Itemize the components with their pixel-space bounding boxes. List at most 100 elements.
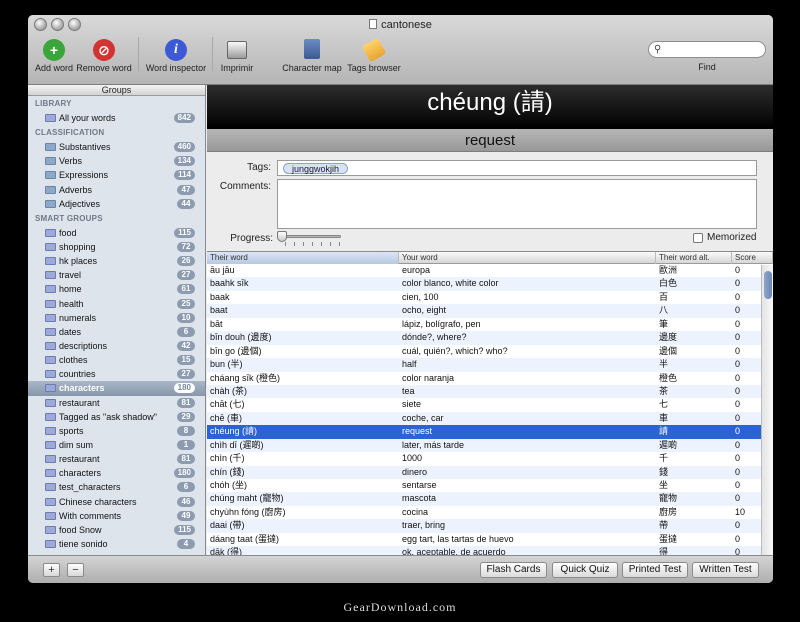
find-label: Find xyxy=(698,62,716,72)
table-row[interactable]: chàh (茶) tea 茶 0 xyxy=(207,384,773,399)
smart-group-item[interactable]: Chinese characters 46 xyxy=(28,495,205,509)
watermark-caption: GearDownload.com xyxy=(343,600,457,614)
written-test-button[interactable]: Written Test xyxy=(692,562,759,578)
table-row[interactable]: baat ocho, eight 八 0 xyxy=(207,304,773,318)
smart-group-item[interactable]: food Snow 115 xyxy=(28,523,205,537)
smart-group-item[interactable]: sports 8 xyxy=(28,424,205,438)
smart-group-item[interactable]: characters 180 xyxy=(28,381,205,396)
smart-group-item[interactable]: countries 27 xyxy=(28,367,205,381)
folder-icon xyxy=(45,199,56,208)
printed-test-button[interactable]: Printed Test xyxy=(622,562,688,578)
smart-group-item[interactable]: food 115 xyxy=(28,226,205,240)
smart-group-item[interactable]: descriptions 42 xyxy=(28,339,205,353)
table-row[interactable]: chéung (請) request 請 0 xyxy=(207,425,773,439)
progress-slider-track[interactable] xyxy=(279,235,341,238)
column-your-word[interactable]: Your word xyxy=(399,252,656,264)
quick-quiz-button[interactable]: Quick Quiz xyxy=(552,562,618,578)
table-row[interactable]: bāt lápiz, bolígrafo, pen 筆 0 xyxy=(207,318,773,331)
tags-field[interactable]: junggwokjih xyxy=(277,160,757,176)
print-button[interactable]: Imprimir xyxy=(218,39,256,73)
progress-slider-knob[interactable] xyxy=(277,231,287,242)
flash-cards-button[interactable]: Flash Cards xyxy=(480,562,547,578)
table-row[interactable]: āu jāu europa 歐洲 0 xyxy=(207,264,773,277)
smart-group-item[interactable]: Tagged as "ask shadow" 29 xyxy=(28,410,205,424)
column-their-word[interactable]: Their word xyxy=(207,252,399,264)
smart-group-item[interactable]: characters 180 xyxy=(28,466,205,480)
folder-icon xyxy=(45,185,56,194)
search-field[interactable]: ⚲ xyxy=(648,41,766,58)
count-badge: 27 xyxy=(177,270,195,281)
classification-item[interactable]: Expressions 114 xyxy=(28,168,205,182)
table-scrollbar[interactable] xyxy=(761,265,773,555)
add-group-button[interactable]: + xyxy=(43,563,60,577)
column-score[interactable]: Score xyxy=(732,252,773,264)
smart-group-item[interactable]: tiene sonido 4 xyxy=(28,537,205,551)
smart-group-item[interactable]: restaurant 81 xyxy=(28,396,205,410)
column-their-word-alt[interactable]: Their word alt. xyxy=(656,252,732,264)
comments-field[interactable] xyxy=(277,179,757,229)
table-row[interactable]: chìn (千) 1000 千 0 xyxy=(207,452,773,465)
memorized-checkbox[interactable] xyxy=(693,233,703,243)
smart-group-item[interactable]: health 25 xyxy=(28,297,205,311)
table-row[interactable]: dāk (得) ok, aceptable, de acuerdo 得 0 xyxy=(207,546,773,555)
smart-group-label: tiene sonido xyxy=(59,538,108,549)
classification-item[interactable]: Adverbs 47 xyxy=(28,183,205,197)
smart-group-item[interactable]: shopping 72 xyxy=(28,240,205,254)
table-row[interactable]: chē (車) coche, car 車 0 xyxy=(207,411,773,426)
smart-group-label: hk places xyxy=(59,256,98,267)
their-word-alt-cell: 蛋撻 xyxy=(659,533,678,544)
their-word-cell: chyùhn fóng (廚房) xyxy=(210,506,286,517)
table-row[interactable]: baak cien, 100 百 0 xyxy=(207,291,773,304)
smart-group-item[interactable]: test_characters 6 xyxy=(28,480,205,494)
table-row[interactable]: dáang taat (蛋撻) egg tart, las tartas de h… xyxy=(207,533,773,546)
table-row[interactable]: chìh dī (遲啲) later, más tarde 遲啲 0 xyxy=(207,438,773,453)
tag-token[interactable]: junggwokjih xyxy=(283,163,349,174)
table-row[interactable]: bun (半) half 半 0 xyxy=(207,358,773,372)
character-map-label: Character map xyxy=(282,63,342,73)
table-row[interactable]: chāt (七) siete 七 0 xyxy=(207,398,773,411)
table-row[interactable]: chúng maht (寵物) mascota 寵物 0 xyxy=(207,492,773,506)
table-row[interactable]: daai (帶) traer, bring 帶 0 xyxy=(207,519,773,533)
smart-group-item[interactable]: travel 27 xyxy=(28,268,205,282)
table-row[interactable]: bīn go (邊個) cuál, quién?, which? who? 邊個 0 xyxy=(207,345,773,358)
remove-word-button[interactable]: ⊘ Remove word xyxy=(76,39,132,73)
smart-group-item[interactable]: numerals 10 xyxy=(28,311,205,325)
titlebar: cantonese + Add word ⊘ Remove word i Wor… xyxy=(28,15,773,85)
smart-group-item[interactable]: restaurant 81 xyxy=(28,452,205,466)
table-row[interactable]: baahk sīk color blanco, white color 白色 0 xyxy=(207,277,773,291)
smart-group-item[interactable]: dates 6 xyxy=(28,325,205,339)
table-row[interactable]: chóh (坐) sentarse 坐 0 xyxy=(207,479,773,492)
table-row[interactable]: cháang sīk (橙色) color naranja 橙色 0 xyxy=(207,372,773,385)
character-map-button[interactable]: Character map xyxy=(281,39,343,73)
add-word-button[interactable]: + Add word xyxy=(34,39,74,73)
smart-group-item[interactable]: With comments 49 xyxy=(28,509,205,523)
smart-group-item[interactable]: clothes 15 xyxy=(28,353,205,367)
smart-group-item[interactable]: home 61 xyxy=(28,282,205,296)
smart-group-item[interactable]: dim sum 1 xyxy=(28,438,205,452)
smart-group-item[interactable]: hk places 26 xyxy=(28,254,205,268)
count-badge: 81 xyxy=(177,454,195,465)
smart-group-label: travel xyxy=(59,270,82,281)
word-inspector-button[interactable]: i Word inspector xyxy=(144,39,208,73)
classification-item[interactable]: Substantives 460 xyxy=(28,140,205,154)
your-word-cell: tea xyxy=(402,385,415,396)
their-word-alt-cell: 坐 xyxy=(659,480,669,490)
smart-group-label: shopping xyxy=(59,241,96,252)
smart-group-icon xyxy=(45,455,56,464)
folder-icon xyxy=(45,171,56,180)
classification-list: Substantives 460 Verbs 134 Expressions 114 Adv… xyxy=(28,140,205,211)
their-word-alt-cell: 帶 xyxy=(659,520,669,531)
classification-item[interactable]: Adjectives 44 xyxy=(28,197,205,211)
scrollbar-thumb[interactable] xyxy=(764,271,772,299)
tags-browser-button[interactable]: Tags browser xyxy=(346,37,402,73)
table-row[interactable]: bīn douh (邊度) dónde?, where? 邊度 0 xyxy=(207,331,773,345)
library-item[interactable]: All your words 842 xyxy=(28,111,205,125)
table-row[interactable]: chín (錢) dinero 錢 0 xyxy=(207,465,773,479)
smart-group-label: Chinese characters xyxy=(59,496,137,507)
remove-group-button[interactable]: − xyxy=(67,563,84,577)
smart-group-label: characters xyxy=(59,468,102,479)
count-badge: 49 xyxy=(177,510,195,521)
classification-item[interactable]: Verbs 134 xyxy=(28,154,205,168)
table-row[interactable]: chyùhn fóng (廚房) cocina 廚房 10 xyxy=(207,506,773,519)
smart-group-label: numerals xyxy=(59,312,97,323)
